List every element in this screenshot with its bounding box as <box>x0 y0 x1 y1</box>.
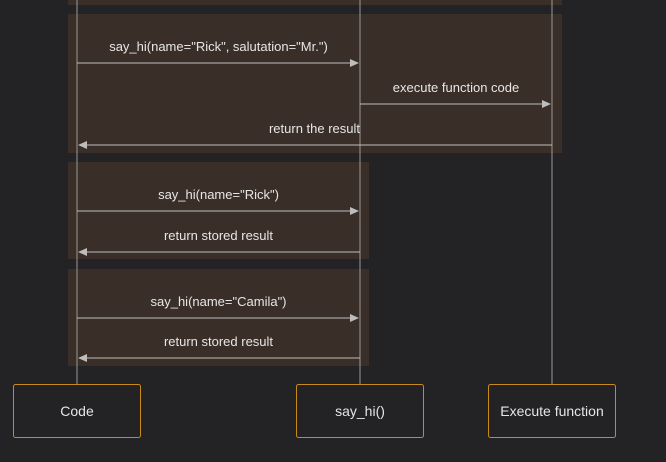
participants: Code say_hi() Execute function <box>13 384 616 438</box>
message-label: say_hi(name="Camila") <box>150 294 286 309</box>
participant-code: Code <box>13 384 141 438</box>
message-label: say_hi(name="Rick", salutation="Mr.") <box>109 39 328 54</box>
participant-label: Code <box>60 403 94 419</box>
message-label: return the result <box>269 121 360 136</box>
message-label: return stored result <box>164 228 273 243</box>
sequence-diagram-canvas: say_hi(name="Rick", salutation="Mr.") exe… <box>13 0 616 438</box>
sequence-diagram: say_hi(name="Rick", salutation="Mr.") exe… <box>0 0 666 457</box>
participant-label: say_hi() <box>335 403 385 419</box>
participant-exec: Execute function <box>488 384 616 438</box>
message-label: say_hi(name="Rick") <box>158 187 279 202</box>
message-label: return stored result <box>164 334 273 349</box>
message-label: execute function code <box>393 80 519 95</box>
interaction-groups <box>68 14 562 366</box>
participant-say_hi: say_hi() <box>296 384 424 438</box>
participant-label: Execute function <box>500 403 604 419</box>
top-clipped-group <box>68 0 562 5</box>
